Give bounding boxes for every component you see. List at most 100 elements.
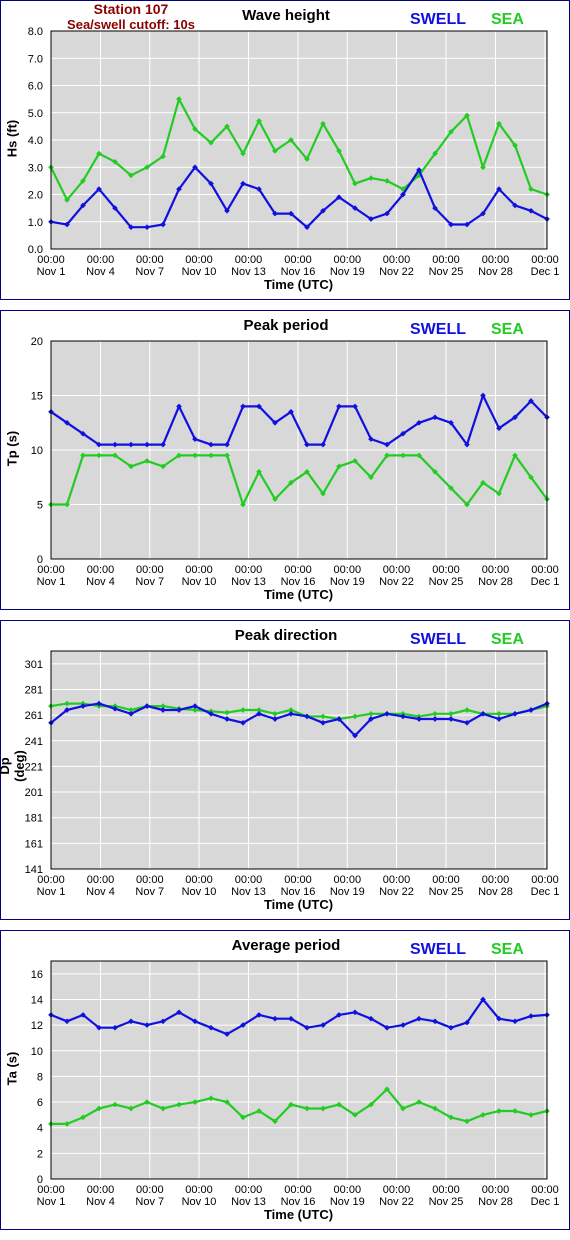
x-tick-date: Nov 16 xyxy=(281,576,316,588)
x-tick-date: Nov 7 xyxy=(135,266,164,278)
x-tick-date: Nov 4 xyxy=(86,576,115,588)
y-tick-label: 3.0 xyxy=(28,162,43,174)
x-tick-time: 00:00 xyxy=(185,254,213,266)
y-tick-label: 181 xyxy=(25,813,43,825)
y-tick-label: 2 xyxy=(37,1148,43,1160)
x-tick-time: 00:00 xyxy=(432,1184,460,1196)
x-tick-date: Nov 7 xyxy=(135,886,164,898)
y-tick-label: 7.0 xyxy=(28,53,43,65)
x-tick-date: Nov 1 xyxy=(37,1196,66,1208)
x-tick-time: 00:00 xyxy=(235,874,263,886)
y-tick-label: 10 xyxy=(31,1046,43,1058)
x-tick-date: Nov 22 xyxy=(379,576,414,588)
y-tick-label: 12 xyxy=(31,1020,43,1032)
y-tick-label: 20 xyxy=(31,336,43,348)
y-tick-label: 5.0 xyxy=(28,108,43,120)
x-tick-time: 00:00 xyxy=(334,564,362,576)
x-tick-time: 00:00 xyxy=(136,254,164,266)
x-tick-time: 00:00 xyxy=(87,254,115,266)
x-tick-time: 00:00 xyxy=(482,254,510,266)
x-tick-time: 00:00 xyxy=(383,1184,411,1196)
y-tick-label: 261 xyxy=(25,710,43,722)
y-tick-label: 4.0 xyxy=(28,135,43,147)
x-tick-time: 00:00 xyxy=(136,1184,164,1196)
x-tick-time: 00:00 xyxy=(334,254,362,266)
x-tick-time: 00:00 xyxy=(432,254,460,266)
y-tick-label: 10 xyxy=(31,445,43,457)
x-tick-time: 00:00 xyxy=(37,564,65,576)
x-tick-time: 00:00 xyxy=(136,564,164,576)
x-tick-date: Nov 28 xyxy=(478,266,513,278)
x-tick-date: Nov 22 xyxy=(379,1196,414,1208)
x-tick-date: Nov 4 xyxy=(86,886,115,898)
plot-area xyxy=(51,651,547,869)
x-tick-time: 00:00 xyxy=(37,1184,65,1196)
x-tick-time: 00:00 xyxy=(383,564,411,576)
x-tick-time: 00:00 xyxy=(185,874,213,886)
x-tick-date: Nov 7 xyxy=(135,576,164,588)
x-tick-time: 00:00 xyxy=(531,1184,559,1196)
x-tick-time: 00:00 xyxy=(284,564,312,576)
x-tick-date: Nov 16 xyxy=(281,1196,316,1208)
x-tick-time: 00:00 xyxy=(482,564,510,576)
y-tick-label: 201 xyxy=(25,787,43,799)
x-tick-date: Nov 28 xyxy=(478,886,513,898)
x-tick-time: 00:00 xyxy=(136,874,164,886)
x-tick-time: 00:00 xyxy=(235,1184,263,1196)
x-tick-date: Nov 4 xyxy=(86,1196,115,1208)
y-tick-label: 6.0 xyxy=(28,81,43,93)
average-period-chart: 024681012141600:00Nov 100:00Nov 400:00No… xyxy=(31,960,559,1208)
x-tick-time: 00:00 xyxy=(284,874,312,886)
x-tick-date: Nov 7 xyxy=(135,1196,164,1208)
x-tick-time: 00:00 xyxy=(531,254,559,266)
x-tick-time: 00:00 xyxy=(235,254,263,266)
x-tick-time: 00:00 xyxy=(482,874,510,886)
x-tick-date: Nov 13 xyxy=(231,1196,266,1208)
average-period-panel: Average period SWELL SEA Ta (s) Time (UT… xyxy=(0,930,570,1230)
y-tick-label: 281 xyxy=(25,684,43,696)
x-tick-date: Nov 19 xyxy=(330,576,365,588)
x-tick-time: 00:00 xyxy=(432,564,460,576)
x-tick-time: 00:00 xyxy=(334,1184,362,1196)
y-tick-label: 301 xyxy=(25,659,43,671)
x-tick-time: 00:00 xyxy=(432,874,460,886)
peak-period-panel: Peak period SWELL SEA Tp (s) Time (UTC) … xyxy=(0,310,570,610)
x-tick-time: 00:00 xyxy=(185,564,213,576)
y-tick-label: 15 xyxy=(31,391,43,403)
peak-period-chart: 0510152000:00Nov 100:00Nov 400:00Nov 700… xyxy=(31,336,560,588)
plot-area xyxy=(51,961,547,1179)
x-tick-time: 00:00 xyxy=(37,874,65,886)
x-tick-time: 00:00 xyxy=(87,564,115,576)
y-tick-label: 8.0 xyxy=(28,26,43,38)
x-tick-date: Nov 19 xyxy=(330,1196,365,1208)
x-tick-date: Nov 1 xyxy=(37,266,66,278)
y-tick-label: 5 xyxy=(37,500,43,512)
x-tick-date: Nov 10 xyxy=(182,886,217,898)
x-tick-time: 00:00 xyxy=(235,564,263,576)
x-tick-time: 00:00 xyxy=(334,874,362,886)
x-tick-date: Dec 1 xyxy=(531,886,560,898)
y-tick-label: 161 xyxy=(25,838,43,850)
x-tick-date: Nov 28 xyxy=(478,1196,513,1208)
x-tick-time: 00:00 xyxy=(87,874,115,886)
x-tick-time: 00:00 xyxy=(185,1184,213,1196)
x-tick-date: Nov 13 xyxy=(231,266,266,278)
x-tick-date: Nov 25 xyxy=(429,1196,464,1208)
y-tick-label: 241 xyxy=(25,736,43,748)
x-tick-date: Nov 13 xyxy=(231,576,266,588)
x-tick-time: 00:00 xyxy=(482,1184,510,1196)
peak-direction-chart: 14116118120122124126128130100:00Nov 100:… xyxy=(25,650,560,898)
y-tick-label: 4 xyxy=(37,1123,43,1135)
x-tick-time: 00:00 xyxy=(531,564,559,576)
x-tick-date: Dec 1 xyxy=(531,266,560,278)
x-tick-date: Nov 25 xyxy=(429,886,464,898)
x-tick-time: 00:00 xyxy=(383,874,411,886)
wave-height-panel: Station 107 Sea/swell cutoff: 10s Wave h… xyxy=(0,0,570,300)
x-tick-date: Nov 25 xyxy=(429,576,464,588)
y-tick-label: 16 xyxy=(31,969,43,981)
x-tick-date: Dec 1 xyxy=(531,576,560,588)
x-tick-time: 00:00 xyxy=(37,254,65,266)
x-tick-date: Nov 28 xyxy=(478,576,513,588)
y-tick-label: 8 xyxy=(37,1071,43,1083)
wave-height-chart: 0.01.02.03.04.05.06.07.08.000:00Nov 100:… xyxy=(28,26,560,278)
